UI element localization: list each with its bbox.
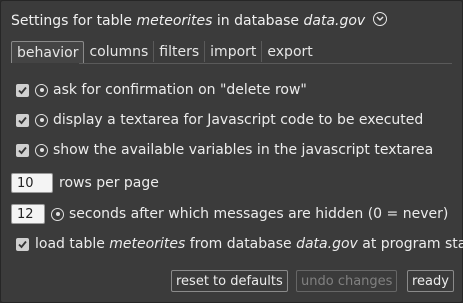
- tab-columns[interactable]: columns: [84, 41, 155, 62]
- ready-button[interactable]: ready: [407, 270, 454, 292]
- confirm-delete-checkbox[interactable]: [16, 83, 29, 97]
- title-database-name: data.gov: [303, 13, 366, 29]
- tab-import[interactable]: import: [205, 41, 263, 62]
- info-icon[interactable]: [35, 83, 48, 97]
- show-variables-label: show the available variables in the java…: [53, 142, 434, 158]
- info-icon[interactable]: [35, 113, 48, 127]
- confirm-delete-label: ask for confirmation on "delete row": [53, 82, 307, 98]
- tab-export[interactable]: export: [262, 41, 317, 62]
- option-load-on-start: load table meteorites from database data…: [16, 236, 463, 252]
- chevron-down-icon[interactable]: [372, 12, 387, 26]
- title-middle: in database: [212, 13, 304, 29]
- settings-dialog: Settings for table meteorites in databas…: [0, 0, 463, 303]
- reset-to-defaults-button[interactable]: reset to defaults: [171, 270, 288, 292]
- tab-filters[interactable]: filters: [154, 41, 206, 62]
- js-textarea-checkbox[interactable]: [16, 113, 29, 127]
- load-on-start-checkbox[interactable]: [16, 237, 29, 251]
- option-rows-per-page: rows per page: [11, 173, 159, 193]
- option-show-variables: show the available variables in the java…: [16, 142, 433, 158]
- tab-divider: [79, 63, 452, 64]
- info-icon[interactable]: [35, 143, 48, 157]
- show-variables-checkbox[interactable]: [16, 143, 29, 157]
- dialog-title: Settings for table meteorites in databas…: [11, 12, 387, 29]
- load-on-start-label: load table meteorites from database data…: [35, 236, 463, 252]
- tab-bar: behavior columns filters import export: [11, 41, 318, 63]
- title-prefix: Settings for table: [11, 13, 137, 29]
- message-seconds-label: seconds after which messages are hidden …: [69, 206, 449, 222]
- js-textarea-label: display a textarea for Javascript code t…: [53, 112, 424, 128]
- info-icon[interactable]: [51, 207, 64, 221]
- option-js-textarea: display a textarea for Javascript code t…: [16, 112, 423, 128]
- title-table-name: meteorites: [136, 13, 213, 29]
- option-confirm-delete: ask for confirmation on "delete row": [16, 82, 307, 98]
- message-seconds-input[interactable]: [11, 204, 45, 224]
- rows-per-page-input[interactable]: [11, 173, 53, 193]
- option-message-seconds: seconds after which messages are hidden …: [11, 204, 448, 224]
- tab-behavior[interactable]: behavior: [11, 41, 85, 63]
- undo-changes-button[interactable]: undo changes: [296, 270, 398, 292]
- rows-per-page-label: rows per page: [59, 175, 159, 191]
